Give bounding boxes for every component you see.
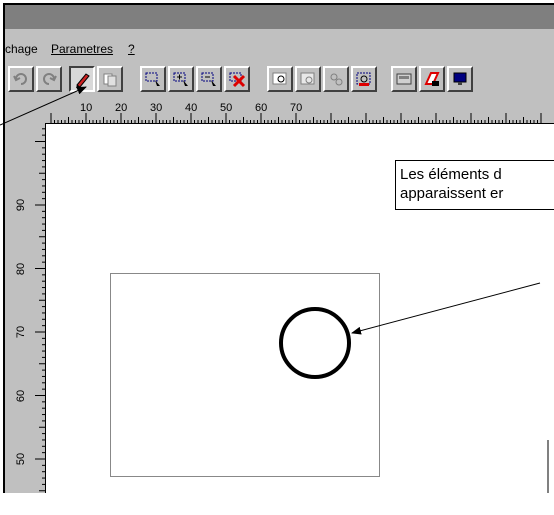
- pointer-arrow-toolbar: [0, 86, 87, 126]
- pointer-arrow-circle: [351, 282, 541, 335]
- annotation-overlay: [0, 86, 549, 493]
- circle-shape[interactable]: [279, 307, 351, 379]
